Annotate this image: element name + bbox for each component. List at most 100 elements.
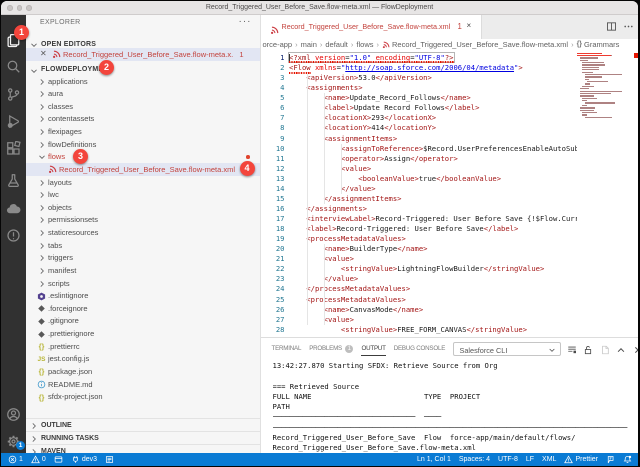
status-eol[interactable]: LF xyxy=(526,456,534,463)
activity-bar-item-search[interactable] xyxy=(1,54,26,80)
chevron-right-icon xyxy=(38,141,46,151)
status-feedback[interactable] xyxy=(606,455,615,464)
activity-bar-item-account[interactable] xyxy=(1,402,26,428)
panel-tab-problems[interactable]: PROBLEMS1 xyxy=(309,345,353,357)
output-line: 13:42:27.870 Starting SFDX: Retrieve Sou… xyxy=(273,361,637,371)
tree-item-record-triggered-user-before-save-flow-meta-xml[interactable]: Record_Triggered_User_Before_Save.flow-m… xyxy=(26,163,260,176)
unlock-icon[interactable] xyxy=(583,342,593,360)
tree-item-flexipages[interactable]: flexipages xyxy=(26,126,260,139)
tree-item--gitignore[interactable]: .gitignore xyxy=(26,315,260,328)
editor-actions xyxy=(606,19,634,37)
tree-item-applications[interactable]: applications xyxy=(26,75,260,88)
tree-item-objects[interactable]: objects xyxy=(26,201,260,214)
output-line: ───────────────────────────────── ──── xyxy=(273,412,637,422)
chevron-down-icon xyxy=(548,346,556,356)
activity-bar-item-org-browser[interactable] xyxy=(1,195,26,221)
tree-item--forceignore[interactable]: .forceignore xyxy=(26,302,260,315)
tree-item-jest-config-js[interactable]: JSjest.config.js xyxy=(26,353,260,366)
tree-item-contentassets[interactable]: contentassets xyxy=(26,113,260,126)
js-icon: JS xyxy=(37,355,46,364)
section-outline[interactable]: OUTLINE xyxy=(26,418,260,431)
code-editor[interactable]: 1234567891011121314151617181920212223242… xyxy=(261,51,639,338)
output-console[interactable]: 13:42:27.870 Starting SFDX: Retrieve Sou… xyxy=(273,361,637,453)
tab-close-icon[interactable]: × xyxy=(467,21,472,30)
explorer-more-actions-icon[interactable]: ··· xyxy=(239,16,252,27)
tree-item-triggers[interactable]: triggers xyxy=(26,252,260,265)
tree-item-package-json[interactable]: {}package.json xyxy=(26,365,260,378)
tree-item-aura[interactable]: aura xyxy=(26,88,260,101)
tree-item-label: .prettierignore xyxy=(48,329,94,338)
tree-item-label: applications xyxy=(48,77,88,86)
tree-item-label: sfdx-project.json xyxy=(48,392,103,401)
status-encoding[interactable]: UTF-8 xyxy=(498,456,518,463)
activity-bar-item-settings[interactable]: 1 xyxy=(1,428,26,454)
status-tasks[interactable] xyxy=(105,455,114,464)
minimap[interactable] xyxy=(577,51,633,338)
status-prettier[interactable]: Prettier xyxy=(564,455,598,464)
tab-flow-meta-xml[interactable]: Record_Triggered_User_Before_Save.flow-m… xyxy=(261,15,482,39)
diamond-icon xyxy=(37,317,46,326)
braces-icon: {} xyxy=(37,393,46,402)
breadcrumb-item[interactable]: orce-app xyxy=(263,40,293,49)
section-running-tasks[interactable]: RUNNING TASKS xyxy=(26,431,260,444)
tree-item-readme-md[interactable]: README.md xyxy=(26,378,260,391)
close-panel-icon[interactable] xyxy=(633,342,639,360)
tree-item--prettierrc[interactable]: {}.prettierrc xyxy=(26,340,260,353)
clear-output-icon[interactable] xyxy=(567,342,577,360)
status-cursor-position[interactable]: Ln 1, Col 1 xyxy=(417,456,451,463)
tree-item-layouts[interactable]: layouts xyxy=(26,176,260,189)
tree-item-staticresources[interactable]: staticresources xyxy=(26,227,260,240)
status-errors[interactable]: 1 xyxy=(8,455,23,464)
tree-item-label: Record_Triggered_User_Before_Save.flow-m… xyxy=(59,165,235,174)
tree-item-label: triggers xyxy=(48,253,73,262)
tree-item-flows[interactable]: flows xyxy=(26,151,260,164)
close-icon[interactable]: ✕ xyxy=(40,49,47,58)
open-editor-item[interactable]: ✕Record_Triggered_User_Before_Save.flow-… xyxy=(26,48,260,61)
breadcrumb-item[interactable]: Record_Triggered_User_Before_Save.flow-m… xyxy=(382,40,568,49)
panel-tab-output[interactable]: OUTPUT xyxy=(361,345,385,357)
breadcrumb-item[interactable]: main xyxy=(301,40,317,49)
status-default-org[interactable]: dev3 xyxy=(71,455,97,464)
breadcrumb-item[interactable]: {}Grammars xyxy=(577,40,620,49)
activity-bar-item-issues[interactable] xyxy=(1,223,26,249)
panel-tabs: TERMINAL PROBLEMS1 OUTPUT DEBUG CONSOLE xyxy=(272,345,446,357)
activity-bar-item-test[interactable] xyxy=(1,168,26,194)
tree-item--prettierignore[interactable]: .prettierignore xyxy=(26,328,260,341)
status-warnings[interactable]: 0 xyxy=(31,455,46,464)
annotation-circle-3: 3 xyxy=(73,149,88,164)
output-channel-select[interactable]: Salesforce CLI xyxy=(453,342,561,356)
breadcrumb-item[interactable]: default xyxy=(325,40,348,49)
tree-item--eslintignore[interactable]: .eslintignore xyxy=(26,290,260,303)
panel-tab-debug-console[interactable]: DEBUG CONSOLE xyxy=(394,345,445,357)
open-log-icon[interactable] xyxy=(600,342,610,360)
flow-icon xyxy=(48,165,57,174)
tree-item-scripts[interactable]: scripts xyxy=(26,277,260,290)
tree-item-sfdx-project-json[interactable]: {}sfdx-project.json xyxy=(26,391,260,404)
status-language-mode[interactable]: XML xyxy=(542,456,556,463)
breadcrumb-item[interactable]: flows xyxy=(356,40,373,49)
breadcrumb-separator: › xyxy=(295,40,298,49)
activity-bar-item-extensions[interactable] xyxy=(1,136,26,162)
status-notifications[interactable] xyxy=(623,455,632,464)
tree-item-tabs[interactable]: tabs xyxy=(26,239,260,252)
output-line: ────────────────────────────────────────… xyxy=(273,423,637,433)
chevron-right-icon xyxy=(38,115,46,125)
tab-label: Record_Triggered_User_Before_Save.flow-m… xyxy=(282,22,451,31)
maximize-panel-icon[interactable] xyxy=(616,342,626,360)
panel-tab-terminal[interactable]: TERMINAL xyxy=(272,345,302,357)
tree-item-permissionsets[interactable]: permissionsets xyxy=(26,214,260,227)
tree-item-manifest[interactable]: manifest xyxy=(26,264,260,277)
tree-item-lwc[interactable]: lwc xyxy=(26,189,260,202)
output-line: FULL NAME TYPE PROJECT xyxy=(273,392,637,402)
tree-item-classes[interactable]: classes xyxy=(26,100,260,113)
tree-item-label: aura xyxy=(48,89,63,98)
status-indentation[interactable]: Spaces: 4 xyxy=(459,456,490,463)
output-line: === Retrieved Source xyxy=(273,382,637,392)
status-open-org[interactable] xyxy=(54,455,63,464)
activity-bar-item-source-control[interactable] xyxy=(1,82,26,108)
split-editor-icon xyxy=(606,19,617,37)
overview-ruler xyxy=(633,51,638,338)
output-line xyxy=(273,371,637,381)
tree-item-flowdefinitions[interactable]: flowDefinitions xyxy=(26,138,260,151)
activity-bar-item-run-debug[interactable] xyxy=(1,108,26,134)
